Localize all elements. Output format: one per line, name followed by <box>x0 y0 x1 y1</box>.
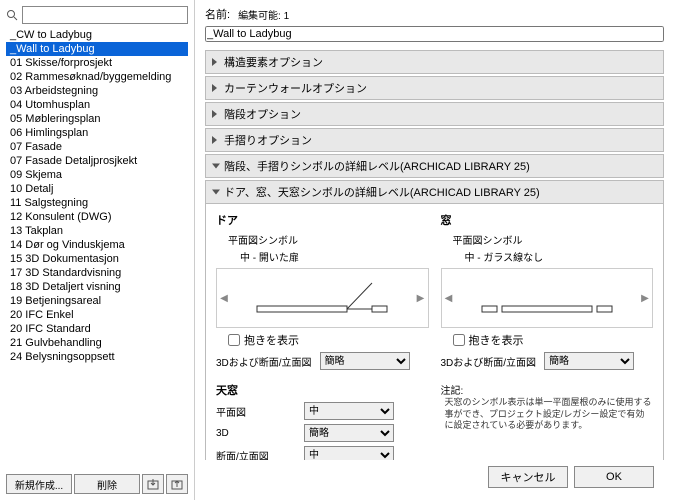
editable-count: 編集可能: 1 <box>238 7 289 22</box>
list-item[interactable]: 10 Detalj <box>6 182 188 196</box>
list-item[interactable]: 07 Fasade <box>6 140 188 154</box>
list-item[interactable]: 14 Dør og Vinduskjema <box>6 238 188 252</box>
list-item[interactable]: _Wall to Ladybug <box>6 42 188 56</box>
list-item[interactable]: 09 Skjema <box>6 168 188 182</box>
panel-body-door-window: ドア 平面図シンボル 中 - 開いた扉 ◀ ▶ 抱きを表示 3Dおよび断面/立面… <box>205 204 664 460</box>
window-3d-select[interactable]: 簡略 <box>544 352 634 370</box>
list-item[interactable]: 07 Fasade Detaljprosjkekt <box>6 154 188 168</box>
list-item[interactable]: 24 Belysningsoppsett <box>6 350 188 364</box>
skylight-title: 天窓 <box>216 382 429 398</box>
list-item[interactable]: 13 Takplan <box>6 224 188 238</box>
panel-header[interactable]: 構造要素オプション <box>205 50 664 74</box>
preset-list[interactable]: _CW to Ladybug_Wall to Ladybug01 Skisse/… <box>6 28 188 470</box>
export-icon[interactable] <box>166 474 188 494</box>
door-3d-select[interactable]: 簡略 <box>320 352 410 370</box>
door-hug-checkbox[interactable] <box>228 334 240 346</box>
door-title: ドア <box>216 212 429 228</box>
search-input[interactable] <box>22 6 188 24</box>
skylight-section-select[interactable]: 中 <box>304 446 394 460</box>
note-title: 注記: <box>441 382 654 397</box>
next-icon[interactable]: ▶ <box>416 290 426 306</box>
list-item[interactable]: 19 Betjeningsareal <box>6 294 188 308</box>
list-item[interactable]: 11 Salgstegning <box>6 196 188 210</box>
note-body: 天窓のシンボル表示は単一平面屋根のみに使用する事ができ、プロジェクト設定/レガシ… <box>445 397 654 432</box>
cancel-button[interactable]: キャンセル <box>488 466 568 488</box>
name-input[interactable] <box>205 26 664 42</box>
plan-symbol-label: 平面図シンボル <box>453 232 654 247</box>
list-item[interactable]: 01 Skisse/forprosjekt <box>6 56 188 70</box>
window-hug-checkbox[interactable] <box>453 334 465 346</box>
skylight-plan-label: 平面図 <box>216 404 296 419</box>
door-3d-label: 3Dおよび断面/立面図 <box>216 354 312 369</box>
list-item[interactable]: 12 Konsulent (DWG) <box>6 210 188 224</box>
list-item[interactable]: 15 3D Dokumentasjon <box>6 252 188 266</box>
window-preview: ◀ ▶ <box>441 268 654 328</box>
window-title: 窓 <box>441 212 654 228</box>
import-icon[interactable] <box>142 474 164 494</box>
list-item[interactable]: 21 Gulvbehandling <box>6 336 188 350</box>
window-hug-label: 抱きを表示 <box>469 332 524 348</box>
search-icon <box>6 9 18 21</box>
door-preview: ◀ ▶ <box>216 268 429 328</box>
door-plan-value: 中 - 開いた扉 <box>240 249 429 264</box>
skylight-section-label: 断面/立面図 <box>216 448 296 461</box>
plan-symbol-label: 平面図シンボル <box>228 232 429 247</box>
window-3d-label: 3Dおよび断面/立面図 <box>441 354 537 369</box>
sidebar: _CW to Ladybug_Wall to Ladybug01 Skisse/… <box>0 0 195 500</box>
prev-icon[interactable]: ◀ <box>219 290 229 306</box>
list-item[interactable]: 04 Utomhusplan <box>6 98 188 112</box>
panel-header[interactable]: カーテンウォールオプション <box>205 76 664 100</box>
skylight-3d-label: 3D <box>216 428 296 439</box>
name-label: 名前: <box>205 6 230 22</box>
list-item[interactable]: 06 Himlingsplan <box>6 126 188 140</box>
list-item[interactable]: 02 Rammesøknad/byggemelding <box>6 70 188 84</box>
list-item[interactable]: 20 IFC Standard <box>6 322 188 336</box>
next-icon[interactable]: ▶ <box>640 290 650 306</box>
list-item[interactable]: 20 IFC Enkel <box>6 308 188 322</box>
skylight-3d-select[interactable]: 簡略 <box>304 424 394 442</box>
new-preset-button[interactable]: 新規作成... <box>6 474 72 494</box>
list-item[interactable]: 03 Arbeidstegning <box>6 84 188 98</box>
door-hug-label: 抱きを表示 <box>244 332 299 348</box>
skylight-plan-select[interactable]: 中 <box>304 402 394 420</box>
panel-header[interactable]: 階段、手摺りシンボルの詳細レベル(ARCHICAD LIBRARY 25) <box>205 154 664 178</box>
panel-header[interactable]: ドア、窓、天窓シンボルの詳細レベル(ARCHICAD LIBRARY 25) <box>205 180 664 204</box>
list-item[interactable]: _CW to Ladybug <box>6 28 188 42</box>
delete-preset-button[interactable]: 削除 <box>74 474 140 494</box>
list-item[interactable]: 17 3D Standardvisning <box>6 266 188 280</box>
ok-button[interactable]: OK <box>574 466 654 488</box>
panel-header[interactable]: 階段オプション <box>205 102 664 126</box>
prev-icon[interactable]: ◀ <box>444 290 454 306</box>
list-item[interactable]: 05 Møbleringsplan <box>6 112 188 126</box>
list-item[interactable]: 18 3D Detaljert visning <box>6 280 188 294</box>
window-plan-value: 中 - ガラス線なし <box>465 249 654 264</box>
detail-pane: 名前: 編集可能: 1 構造要素オプションカーテンウォールオプション階段オプショ… <box>195 0 674 500</box>
panel-header[interactable]: 手摺りオプション <box>205 128 664 152</box>
